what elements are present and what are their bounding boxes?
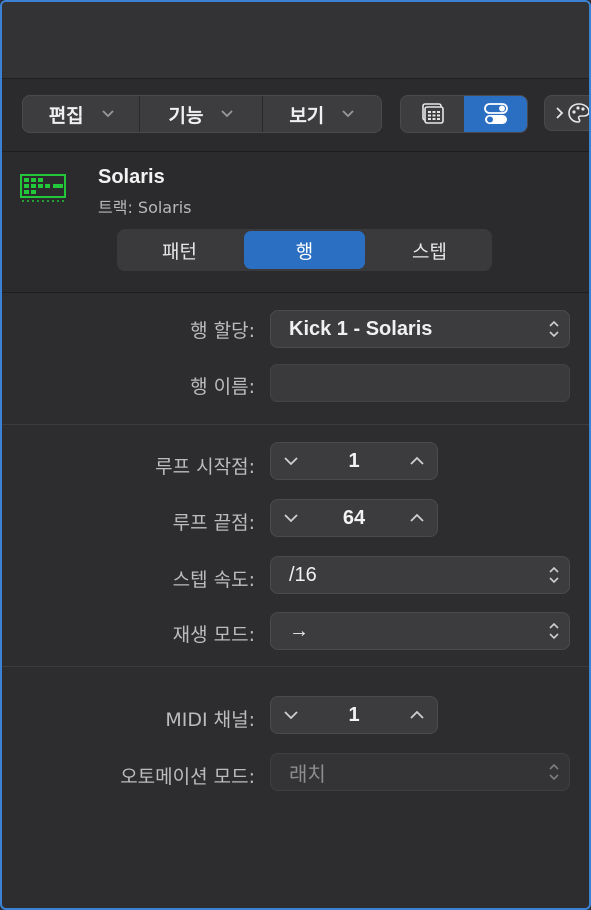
up-down-chevron-icon <box>539 566 569 584</box>
view-toggle-segmented-control <box>400 95 528 133</box>
loop-end-label: 루프 끝점: <box>172 512 255 534</box>
loop-end-stepper[interactable]: 64 <box>270 499 438 537</box>
step-rate-popup[interactable]: /16 <box>270 556 570 594</box>
decrement-button[interactable] <box>271 710 311 720</box>
tab-step[interactable]: 스텝 <box>369 231 490 269</box>
track-subtitle: 트랙: Solaris <box>98 198 192 217</box>
track-name: Solaris <box>98 166 165 188</box>
toggle-switches-icon <box>483 103 508 124</box>
chevron-down-icon <box>221 107 234 122</box>
chevron-down-icon <box>284 514 298 523</box>
row-assign-popup[interactable]: Kick 1 - Solaris <box>270 310 570 348</box>
section-divider <box>2 666 589 667</box>
menu-segmented-control: 편집 기능 보기 <box>22 95 382 133</box>
chevron-up-icon <box>410 513 424 522</box>
grid-view-button[interactable] <box>401 96 464 132</box>
increment-button[interactable] <box>397 513 437 523</box>
section-divider <box>2 424 589 425</box>
step-sequencer-icon <box>20 174 66 206</box>
step-rate-label: 스텝 속도: <box>172 569 255 591</box>
tab-row[interactable]: 행 <box>244 231 365 269</box>
row-assign-label: 행 할당: <box>190 320 255 342</box>
chevron-up-icon <box>410 456 424 465</box>
playback-mode-popup[interactable]: → <box>270 612 570 650</box>
tab-pattern[interactable]: 패턴 <box>119 231 240 269</box>
track-header: Solaris 트랙: Solaris <box>2 152 589 293</box>
functions-menu-label: 기능 <box>168 104 204 127</box>
row-name-field[interactable] <box>270 364 570 402</box>
playback-mode-label: 재생 모드: <box>172 624 255 646</box>
toolbar: 편집 기능 보기 <box>2 79 589 152</box>
loop-start-value: 1 <box>348 449 360 472</box>
automation-mode-popup[interactable]: 래치 <box>270 753 570 791</box>
inspector-window: 편집 기능 보기 Solaris 트랙: Solaris 패턴 행 스텝 행 할… <box>0 0 591 910</box>
up-down-chevron-icon <box>539 763 569 781</box>
inspector-toggle-button[interactable] <box>464 96 527 132</box>
chevron-down-icon <box>284 457 298 466</box>
chevron-up-icon <box>410 710 424 719</box>
loop-start-stepper[interactable]: 1 <box>270 442 438 480</box>
increment-button[interactable] <box>397 456 437 466</box>
midi-channel-stepper[interactable]: 1 <box>270 696 438 734</box>
smart-controls-button[interactable] <box>544 95 589 131</box>
automation-mode-label: 오토메이션 모드: <box>120 766 255 788</box>
chevron-right-icon <box>556 107 564 119</box>
loop-end-value: 64 <box>342 506 366 529</box>
midi-channel-label: MIDI 채널: <box>165 709 255 731</box>
midi-channel-value: 1 <box>348 703 360 726</box>
title-bar <box>2 2 589 79</box>
increment-button[interactable] <box>397 710 437 720</box>
mode-segmented-control: 패턴 행 스텝 <box>117 229 492 271</box>
palette-icon <box>568 103 589 123</box>
edit-menu-button[interactable]: 편집 <box>23 96 141 132</box>
edit-menu-label: 편집 <box>48 104 84 127</box>
loop-start-label: 루프 시작점: <box>155 456 255 478</box>
automation-mode-value: 래치 <box>289 763 326 786</box>
chevron-down-icon <box>342 107 354 122</box>
view-menu-label: 보기 <box>289 104 325 127</box>
row-assign-value: Kick 1 - Solaris <box>289 317 433 340</box>
step-rate-value: /16 <box>289 563 317 586</box>
chevron-down-icon <box>284 711 298 720</box>
up-down-chevron-icon <box>539 320 569 338</box>
view-menu-button[interactable]: 보기 <box>263 96 381 132</box>
chevron-down-icon <box>102 107 114 122</box>
playback-mode-value: → <box>289 619 309 642</box>
decrement-button[interactable] <box>271 456 311 466</box>
functions-menu-button[interactable]: 기능 <box>140 96 263 132</box>
pattern-grid-icon <box>421 103 444 124</box>
up-down-chevron-icon <box>539 622 569 640</box>
decrement-button[interactable] <box>271 513 311 523</box>
row-name-label: 행 이름: <box>190 376 255 398</box>
